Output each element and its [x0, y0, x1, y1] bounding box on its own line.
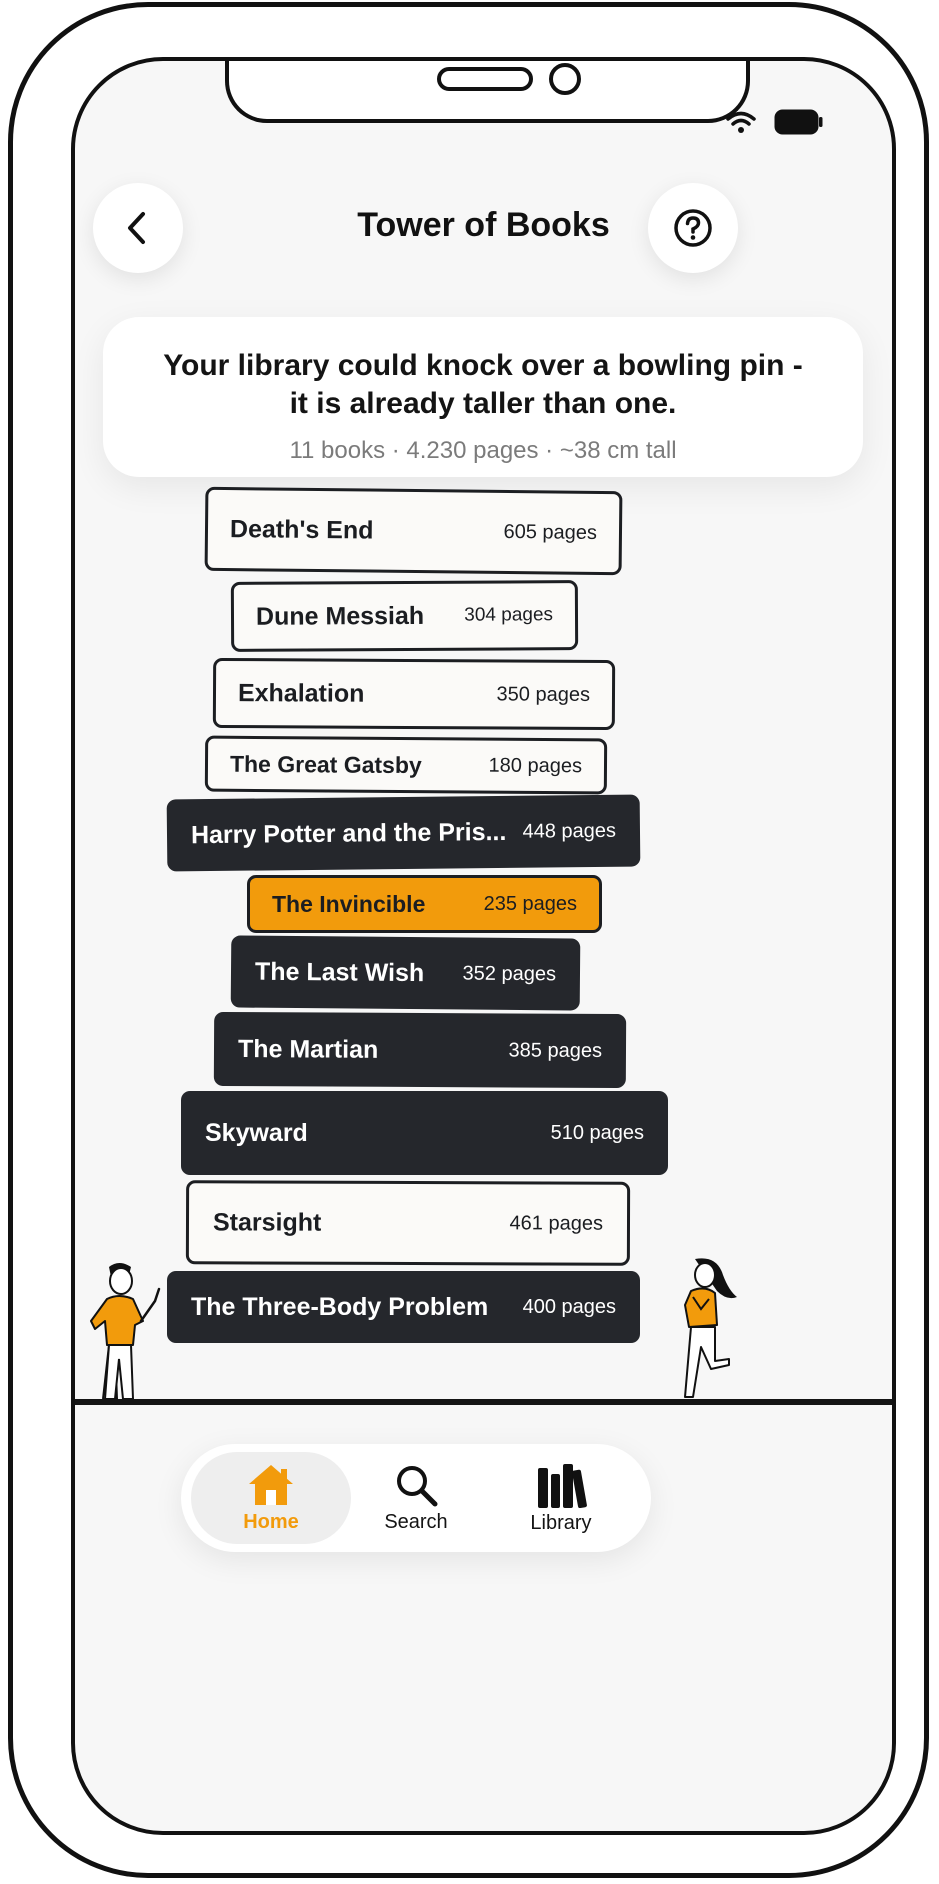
search-icon — [397, 1465, 438, 1506]
book-title: The Martian — [237, 1034, 379, 1064]
book-title: Harry Potter and the Pris... — [190, 817, 507, 849]
book-title: Starsight — [212, 1207, 322, 1237]
book-pages: 605 pages — [503, 520, 598, 544]
nav-search-label: Search — [384, 1510, 448, 1533]
book-7[interactable]: The Last Wish 352 pages — [230, 935, 581, 1011]
book-pages: 400 pages — [522, 1295, 616, 1318]
book-1[interactable]: Death's End 605 pages — [204, 486, 623, 576]
book-10[interactable]: Starsight 461 pages — [185, 1180, 631, 1266]
library-icon — [538, 1463, 587, 1508]
book-pages: 510 pages — [550, 1121, 644, 1144]
book-title: The Invincible — [272, 890, 426, 917]
book-title: Death's End — [229, 514, 374, 545]
book-5[interactable]: Harry Potter and the Pris... 448 pages — [166, 794, 641, 872]
person-right-illustration — [684, 1258, 737, 1398]
nav-library-label: Library — [530, 1511, 592, 1534]
book-pages: 304 pages — [464, 604, 554, 626]
book-4[interactable]: The Great Gatsby 180 pages — [204, 735, 608, 795]
nav-home[interactable]: Home — [191, 1452, 351, 1544]
book-title: Exhalation — [237, 678, 365, 708]
book-title: The Last Wish — [254, 957, 425, 987]
book-pages: 352 pages — [462, 961, 557, 985]
book-pages: 180 pages — [488, 754, 583, 777]
nav-library[interactable]: Library — [481, 1452, 641, 1544]
book-3[interactable]: Exhalation 350 pages — [212, 657, 616, 731]
nav-home-label: Home — [243, 1510, 299, 1533]
phone-frame: Tower of Books Your library could knock … — [8, 2, 929, 1878]
book-title: Dune Messiah — [255, 601, 425, 631]
book-pages: 350 pages — [496, 682, 591, 706]
nav-search[interactable]: Search — [336, 1452, 496, 1544]
book-11[interactable]: The Three-Body Problem 400 pages — [167, 1271, 640, 1343]
person-left-illustration — [90, 1263, 161, 1400]
ground-line — [75, 1399, 892, 1405]
book-pages: 448 pages — [522, 819, 617, 843]
book-pages: 461 pages — [509, 1211, 604, 1235]
book-title: Skyward — [205, 1118, 308, 1147]
bottom-navigation: Home Search Library — [181, 1444, 651, 1552]
book-title: The Three-Body Problem — [191, 1292, 489, 1321]
home-icon — [249, 1464, 293, 1505]
book-tower: Death's End 605 pages Dune Messiah 304 page… — [75, 61, 892, 1831]
book-title: The Great Gatsby — [229, 750, 422, 778]
app-screen: Tower of Books Your library could knock … — [71, 57, 896, 1835]
book-9[interactable]: Skyward 510 pages — [181, 1091, 668, 1175]
book-pages: 235 pages — [483, 892, 577, 915]
book-pages: 385 pages — [508, 1038, 603, 1062]
book-2[interactable]: Dune Messiah 304 pages — [230, 580, 579, 652]
book-6[interactable]: The Invincible 235 pages — [247, 875, 602, 933]
book-8[interactable]: The Martian 385 pages — [213, 1011, 627, 1089]
